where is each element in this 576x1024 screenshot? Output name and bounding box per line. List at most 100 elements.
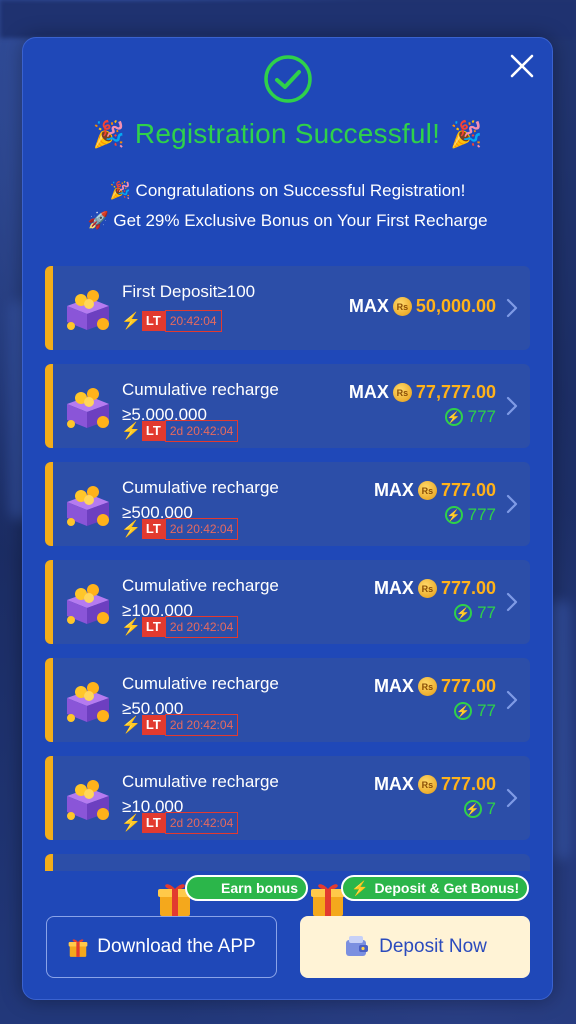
offer-card[interactable]: Cumulative recharge ≥50.000 ⚡ LT 2d 20:42:0… [45,658,530,742]
treasure-gift-icon [67,682,109,722]
rupee-coin-icon: Rs [392,383,412,402]
limited-time-label: LT [141,617,165,637]
max-amount: 777.00 [440,480,496,500]
max-label: MAX [348,296,389,316]
subtitle-congrats-text: Congratulations on Successful Registrati… [135,181,466,200]
offer-reward: MAX Rs 77,777.00 ⚡ 777 [349,382,496,427]
bolt-icon: ⚡ [121,619,141,636]
offer-accent-bar [45,266,53,350]
chevron-right-icon [506,592,518,612]
deposit-now-button[interactable]: Deposit Now [300,916,530,978]
max-reward-row: MAX Rs 77,777.00 [349,382,496,403]
offer-name: First Deposit≥100 [122,282,256,301]
background-blob [550,600,570,860]
chevron-right-icon [506,396,518,416]
subtitle-bonus: 🚀 Get 29% Exclusive Bonus on Your First … [23,211,552,231]
offer-reward: MAX Rs 777.00 ⚡ 77 [374,676,496,721]
offer-card[interactable]: First Deposit≥100 ⚡ LT 20:42:04 MAX Rs 50,000.… [45,266,530,350]
offer-accent-bar [45,854,53,871]
wallet-icon [346,936,369,956]
rupee-coin-icon: Rs [417,775,437,794]
earn-bonus-badge: Earn bonus [185,875,309,901]
max-label: MAX [373,578,414,598]
chevron-right-icon [506,788,518,808]
registration-success-modal: 🎉 Registration Successful! 🎉 🎉 Congratul… [22,37,553,1000]
download-app-label: Download the APP [97,936,256,957]
bonus-value: 77 [477,603,496,622]
max-label: MAX [348,382,389,402]
treasure-gift-icon [67,388,109,428]
offer-card[interactable]: Cumulative recharge ≥100.000 ⚡ LT 2d 20:42:… [45,560,530,644]
treasure-gift-icon [67,290,109,330]
party-popper-icon: 🎉 [450,118,483,149]
modal-title: Registration Successful! [134,118,441,149]
offer-card[interactable]: Cumulative recharge ≥500.000 ⚡ LT 2d 20:42:… [45,462,530,546]
limited-time-tag: ⚡ LT 2d 20:42:04 [121,714,239,736]
max-reward-row: MAX Rs 50,000.00 [349,296,496,317]
max-amount: 50,000.00 [415,296,496,316]
deposit-bonus-badge: ⚡ Deposit & Get Bonus! [341,875,530,901]
offer-accent-bar [45,364,53,448]
max-reward-row: MAX Rs 777.00 [374,578,496,599]
treasure-gift-icon [67,780,109,820]
bolt-icon: ⚡ [121,521,141,538]
limited-time-tag: ⚡ LT 20:42:04 [121,310,222,332]
bonus-value: 777 [467,407,496,426]
offer-reward: MAX Rs 50,000.00 [349,296,496,317]
countdown-timer: 20:42:04 [164,310,222,332]
deposit-now-label: Deposit Now [379,936,487,957]
limited-time-tag: ⚡ LT 2d 20:42:04 [121,812,239,834]
rupee-coin-icon: Rs [392,297,412,316]
max-reward-row: MAX Rs 777.00 [374,774,496,795]
max-reward-row: MAX Rs 777.00 [374,676,496,697]
confetti-icon: 🎉 [109,181,131,200]
countdown-timer: 2d 20:42:04 [164,616,239,638]
bolt-icon: ⚡ [351,879,369,896]
treasure-gift-icon [67,486,109,526]
chevron-right-icon [506,494,518,514]
limited-time-tag: ⚡ LT 2d 20:42:04 [121,616,239,638]
max-amount: 777.00 [440,774,496,794]
success-check-icon [264,55,312,103]
bonus-row: ⚡ 777 [374,505,496,525]
countdown-timer: 2d 20:42:04 [164,518,239,540]
bonus-bolt-icon: ⚡ [454,604,473,622]
treasure-gift-icon [67,584,109,624]
rocket-icon: 🚀 [87,211,109,230]
offer-reward: MAX Rs 777.00 ⚡ 777 [374,480,496,525]
offer-card-partial[interactable] [45,854,530,871]
limited-time-tag: ⚡ LT 2d 20:42:04 [121,420,239,442]
bonus-row: ⚡ 77 [374,701,496,721]
bolt-icon: ⚡ [121,815,141,832]
countdown-timer: 2d 20:42:04 [164,420,239,442]
max-amount: 777.00 [440,676,496,696]
bolt-icon: ⚡ [121,313,141,330]
max-amount: 777.00 [440,578,496,598]
bolt-icon: ⚡ [121,717,141,734]
chevron-right-icon [506,298,518,318]
background-header [0,0,576,38]
limited-time-label: LT [141,311,165,331]
bonus-value: 77 [477,701,496,720]
bonus-row: ⚡ 777 [349,407,496,427]
bonus-row: ⚡ 7 [374,799,496,819]
bonus-bolt-icon: ⚡ [463,800,482,818]
close-icon[interactable] [508,52,536,80]
offer-card[interactable]: Cumulative recharge ≥10.000 ⚡ LT 2d 20:42:0… [45,756,530,840]
offer-card[interactable]: Cumulative recharge ≥5.000.000 ⚡ LT 2d 20:4… [45,364,530,448]
party-popper-icon: 🎉 [92,118,125,149]
offer-list[interactable]: First Deposit≥100 ⚡ LT 20:42:04 MAX Rs 50,000.… [45,266,530,871]
countdown-timer: 2d 20:42:04 [164,714,239,736]
download-app-button[interactable]: Download the APP [46,916,277,978]
max-reward-row: MAX Rs 777.00 [374,480,496,501]
limited-time-tag: ⚡ LT 2d 20:42:04 [121,518,239,540]
limited-time-label: LT [141,715,165,735]
offer-accent-bar [45,756,53,840]
deposit-bonus-text: Deposit & Get Bonus! [374,880,520,896]
limited-time-label: LT [141,519,165,539]
subtitle-congrats: 🎉 Congratulations on Successful Registra… [23,181,552,201]
max-label: MAX [373,480,414,500]
bonus-bolt-icon: ⚡ [454,702,473,720]
limited-time-label: LT [141,813,165,833]
gift-icon [68,939,88,957]
